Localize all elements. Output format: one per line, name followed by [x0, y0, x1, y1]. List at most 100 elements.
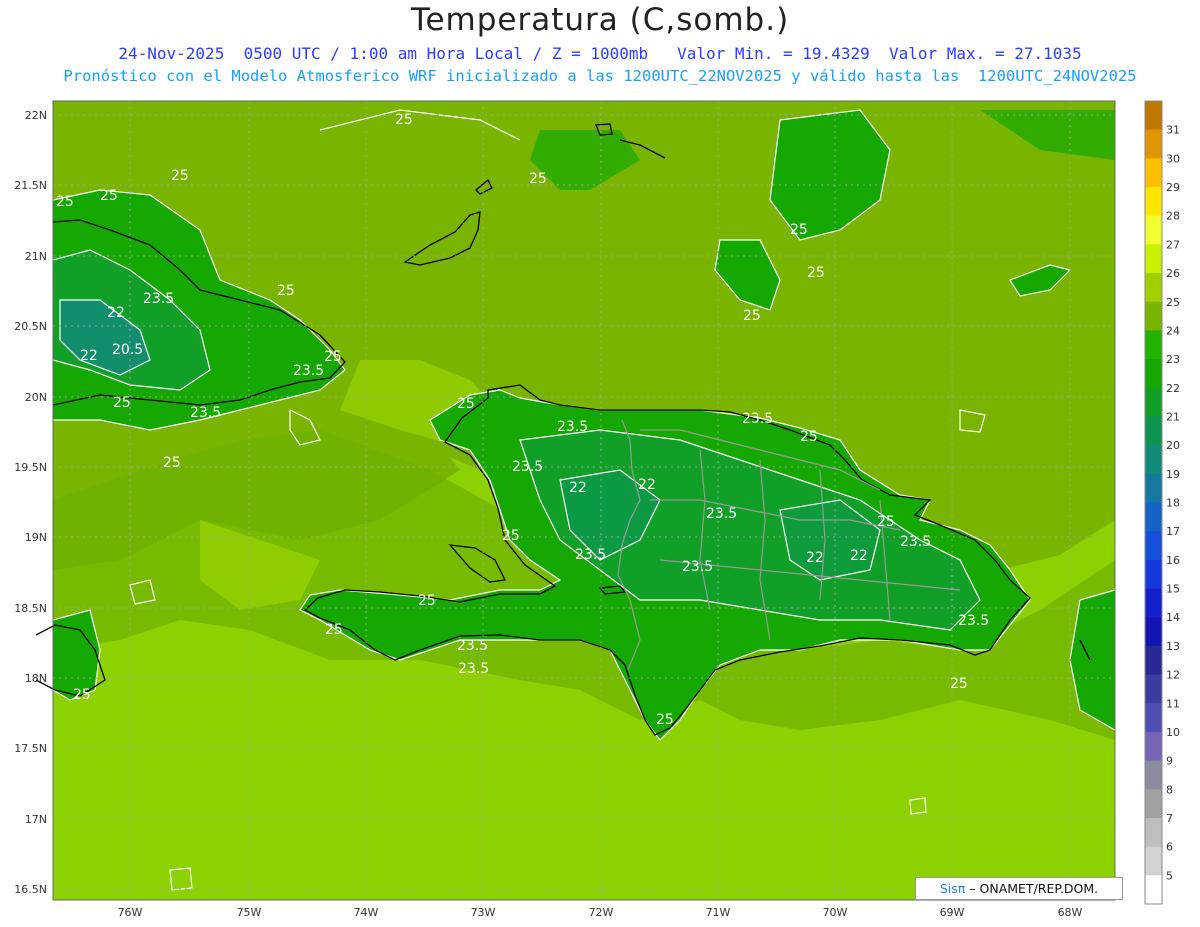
lat-label: 22N: [25, 109, 47, 122]
colorbar-label: 15: [1166, 583, 1180, 596]
colorbar-swatch: [1145, 617, 1162, 647]
colorbar-swatch: [1145, 559, 1162, 590]
contour-label: 25: [163, 455, 181, 471]
contour-label: 23.5: [958, 613, 989, 629]
contour-label: 25: [324, 349, 342, 365]
lon-label: 74W: [354, 906, 379, 919]
colorbar-label: 23: [1166, 353, 1180, 366]
colorbar-label: 10: [1166, 726, 1180, 739]
colorbar-swatch: [1145, 129, 1162, 159]
contour-label: 23.5: [457, 638, 488, 654]
contour-label: 25: [418, 593, 436, 609]
contour-label: 25: [743, 308, 761, 324]
colorbar-label: 26: [1166, 267, 1180, 280]
colorbar-label: 28: [1166, 210, 1180, 223]
contour-label: 22: [806, 550, 824, 566]
colorbar-label: 6: [1166, 841, 1173, 854]
colorbar-swatch: [1145, 359, 1162, 389]
colorbar-swatch: [1145, 760, 1162, 790]
lat-label: 18N: [25, 672, 47, 685]
colorbar-label: 12: [1166, 669, 1180, 682]
colorbar-swatch: [1145, 330, 1162, 360]
colorbar-label: 11: [1166, 697, 1180, 710]
contour-label: 23.5: [190, 405, 221, 421]
colorbar-legend: 31 30 29 28 27 26 25 24 23 22 21 20 19 18 17 16 15 14 13 12…: [1144, 100, 1180, 905]
contour-label: 25: [656, 712, 674, 728]
lat-label: 16.5N: [14, 883, 47, 896]
colorbar-label: 13: [1166, 640, 1180, 653]
colorbar-label: 25: [1166, 296, 1180, 309]
colorbar-swatch: [1145, 187, 1162, 217]
colorbar-label: 5: [1166, 869, 1173, 882]
colorbar-label: 19: [1166, 468, 1180, 481]
colorbar-label: 29: [1166, 181, 1180, 194]
colorbar-label: 24: [1166, 324, 1180, 337]
colorbar-label: 18: [1166, 497, 1180, 510]
colorbar-swatch: [1145, 387, 1162, 417]
lon-label: 70W: [823, 906, 848, 919]
contour-label: 25: [877, 514, 895, 530]
colorbar-swatch: [1145, 731, 1162, 762]
lat-label: 21N: [25, 250, 47, 263]
lat-label: 19N: [25, 531, 47, 544]
colorbar-label: 14: [1166, 611, 1180, 624]
colorbar-swatch: [1145, 416, 1162, 446]
contour-label: 25: [100, 188, 118, 204]
contour-label: 25: [325, 622, 343, 638]
credit-box: Sisπ – ONAMET/REP.DOM.: [915, 877, 1123, 900]
contour-label: 25: [800, 429, 818, 445]
contour-label: 25: [950, 676, 968, 692]
colorbar-swatch: [1145, 445, 1162, 475]
contour-label: 22: [638, 477, 656, 493]
lat-label: 18.5N: [14, 602, 47, 615]
contour-label: 25: [171, 168, 189, 184]
contour-label: 22: [80, 348, 98, 364]
lat-label: 17.5N: [14, 742, 47, 755]
lat-label: 20N: [25, 391, 47, 404]
colorbar-swatch: [1145, 817, 1162, 848]
lon-label: 69W: [940, 906, 965, 919]
sispi-logo: Sisπ: [939, 881, 966, 896]
lon-label: 72W: [589, 906, 614, 919]
lon-label: 76W: [118, 906, 143, 919]
lat-label: 20.5N: [14, 320, 47, 333]
colorbar-swatch: [1145, 703, 1162, 733]
contour-label: 23.5: [557, 419, 588, 435]
lon-label: 73W: [471, 906, 496, 919]
contour-label: 25: [457, 396, 475, 412]
lat-label: 21.5N: [14, 179, 47, 192]
contour-label: 23.5: [575, 547, 606, 563]
contour-label: 25: [502, 528, 520, 544]
contour-label: 22: [850, 548, 868, 564]
colorbar-label: 22: [1166, 382, 1180, 395]
colorbar-label: 20: [1166, 439, 1180, 452]
colorbar-swatch: [1145, 531, 1162, 561]
colorbar-swatch: [1145, 588, 1162, 618]
colorbar-label: 21: [1166, 410, 1180, 423]
contour-label: 20.5: [112, 342, 143, 358]
longitude-labels: 76W 75W 74W 73W 72W 71W 70W 69W 68W: [118, 906, 1083, 919]
credit-text: – ONAMET/REP.DOM.: [969, 881, 1099, 896]
colorbar-swatch: [1145, 645, 1162, 676]
contour-label: 23.5: [900, 534, 931, 550]
colorbar-swatch: [1145, 674, 1162, 704]
contour-label: 25: [790, 222, 808, 238]
contour-label: 23.5: [293, 363, 324, 379]
colorbar-label: 8: [1166, 783, 1173, 796]
contour-label: 25: [529, 171, 547, 187]
colorbar-label: 31: [1166, 124, 1180, 137]
colorbar-swatch: [1145, 215, 1162, 245]
contour-label: 23.5: [458, 661, 489, 677]
contour-label: 23.5: [512, 459, 543, 475]
latitude-labels: 22N 21.5N 21N 20.5N 20N 19.5N 19N 18.5N …: [14, 109, 47, 896]
contour-label: 25: [113, 395, 131, 411]
colorbar-swatch: [1145, 846, 1162, 876]
colorbar-label: 30: [1166, 152, 1180, 165]
colorbar-label: 7: [1166, 812, 1173, 825]
contour-label: 25: [395, 112, 413, 128]
lon-label: 75W: [237, 906, 262, 919]
colorbar-label: 17: [1166, 525, 1180, 538]
colorbar-swatch: [1145, 875, 1162, 905]
contour-label: 25: [73, 687, 91, 703]
colorbar-swatch: [1145, 244, 1162, 274]
